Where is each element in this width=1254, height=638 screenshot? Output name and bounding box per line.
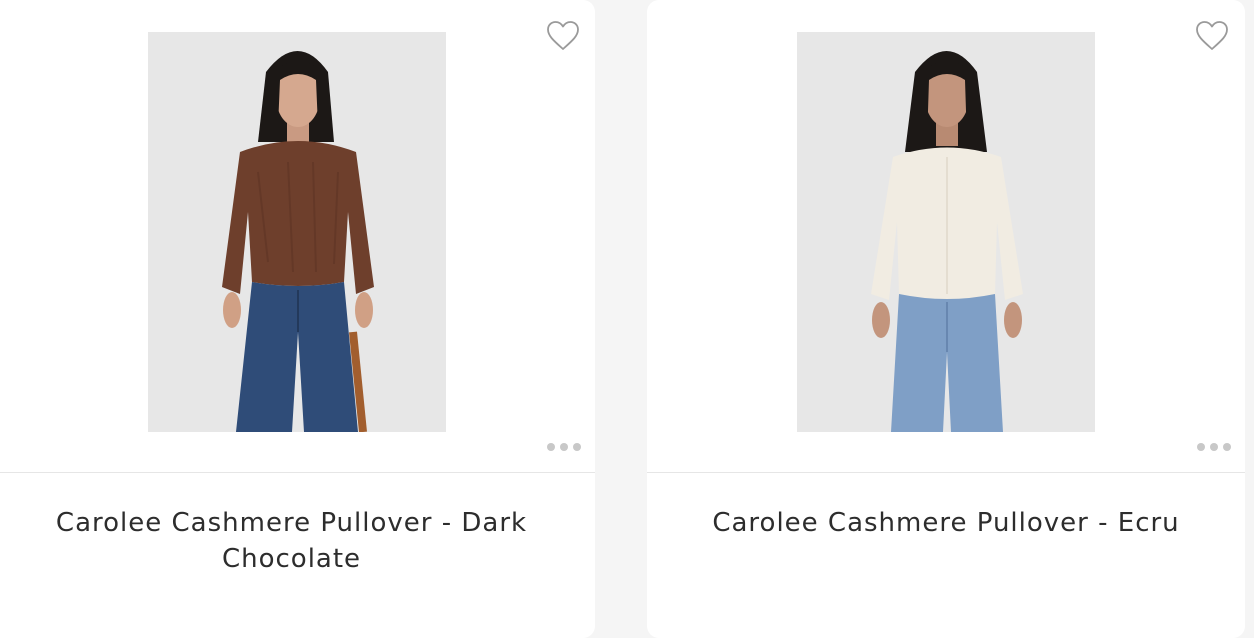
dot-icon [1197, 443, 1205, 451]
dot-icon [573, 443, 581, 451]
favorite-heart-icon[interactable] [546, 20, 580, 52]
product-grid: Carolee Cashmere Pullover - Dark Chocola… [0, 0, 1254, 638]
product-card: Carolee Cashmere Pullover - Dark Chocola… [0, 0, 595, 638]
dot-icon [1223, 443, 1231, 451]
model-illustration [148, 32, 446, 432]
product-image[interactable] [148, 32, 446, 432]
product-image[interactable] [797, 32, 1095, 432]
product-media [0, 0, 595, 473]
product-title-link[interactable]: Carolee Cashmere Pullover - Dark Chocola… [28, 505, 555, 577]
favorite-heart-icon[interactable] [1195, 20, 1229, 52]
more-options-ellipsis-icon[interactable] [547, 440, 581, 454]
more-options-ellipsis-icon[interactable] [1197, 440, 1231, 454]
dot-icon [560, 443, 568, 451]
dot-icon [1210, 443, 1218, 451]
dot-icon [547, 443, 555, 451]
model-illustration [797, 32, 1095, 432]
product-card: Carolee Cashmere Pullover - Ecru [647, 0, 1245, 638]
product-media [647, 0, 1245, 473]
product-title-link[interactable]: Carolee Cashmere Pullover - Ecru [687, 505, 1205, 541]
